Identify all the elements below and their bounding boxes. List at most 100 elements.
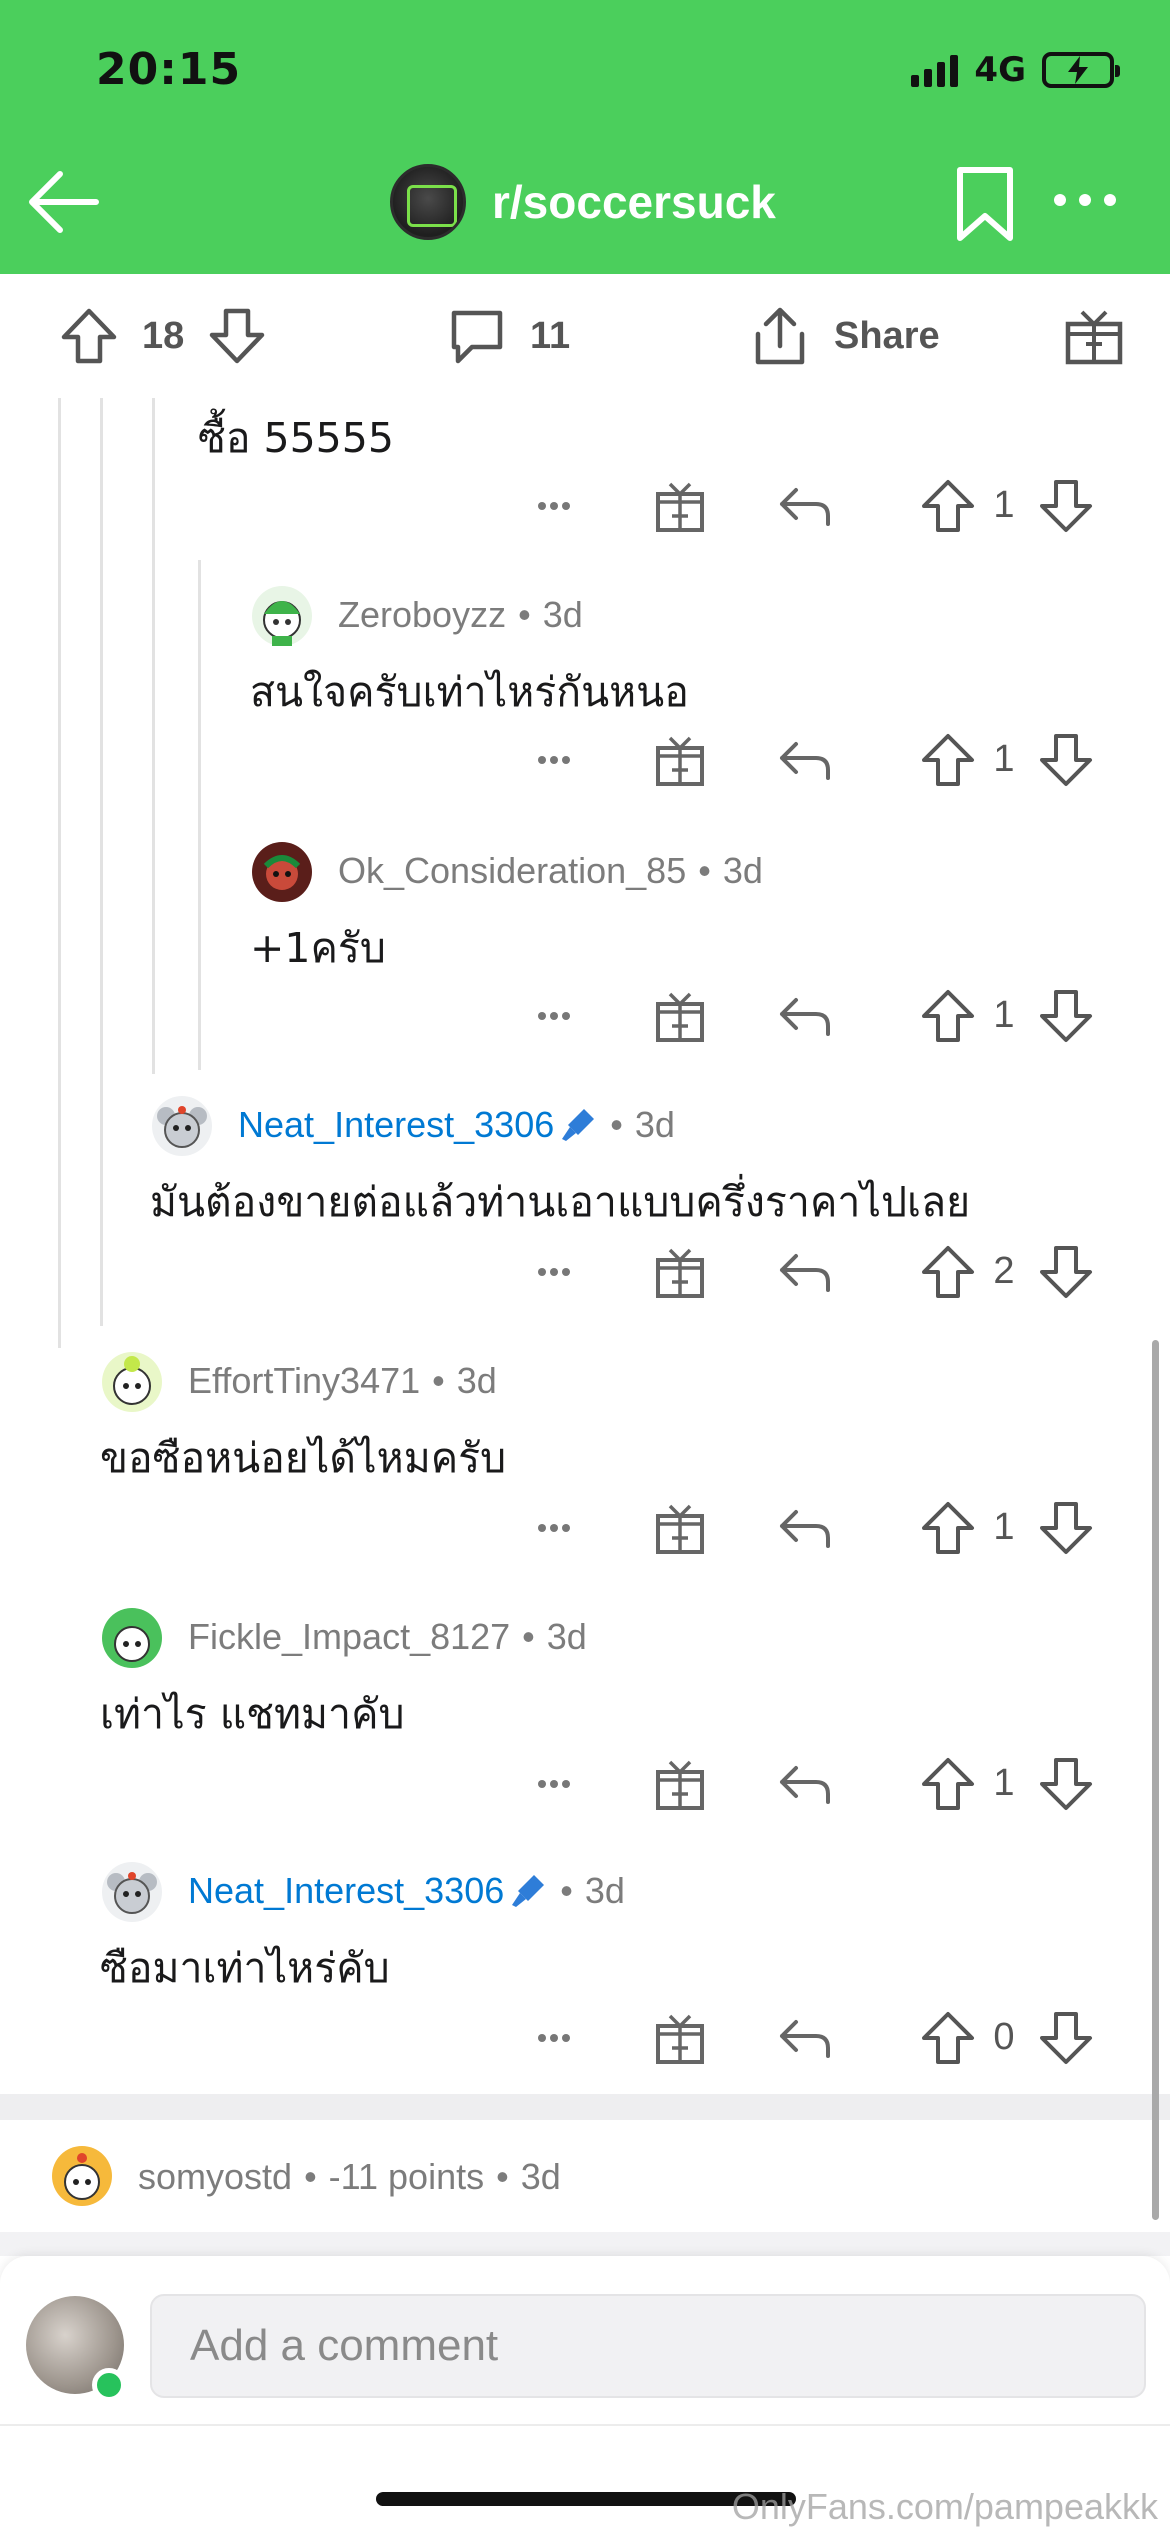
upvote-icon[interactable] xyxy=(918,986,978,1046)
comment-age: 3d xyxy=(546,1616,587,1657)
subreddit-avatar xyxy=(390,164,466,240)
vote-count: 1 xyxy=(993,484,1015,526)
downvote-icon[interactable] xyxy=(1036,1242,1096,1302)
upvote-icon[interactable] xyxy=(918,1242,978,1302)
upvote-icon[interactable] xyxy=(918,1754,978,1814)
reply-icon[interactable] xyxy=(774,2008,834,2068)
comment-actions: 1 xyxy=(528,986,1128,1046)
comment-age: 3d xyxy=(584,1870,625,1911)
comment-actions: 2 xyxy=(528,1242,1128,1302)
avatar[interactable] xyxy=(100,1606,164,1670)
comment-username[interactable]: Neat_Interest_3306 xyxy=(188,1870,504,1912)
back-button[interactable] xyxy=(24,162,104,242)
thread-line xyxy=(58,398,61,1348)
award-icon[interactable] xyxy=(650,1498,710,1558)
reply-icon[interactable] xyxy=(774,1498,834,1558)
upvote-icon[interactable] xyxy=(918,1498,978,1558)
downvote-icon[interactable] xyxy=(1036,986,1096,1046)
more-icon[interactable] xyxy=(528,2008,588,2068)
comment-composer: OnlyFans.com/pampeakkk xyxy=(0,2256,1170,2532)
more-icon[interactable] xyxy=(528,986,588,1046)
microphone-flair-icon xyxy=(512,1875,545,1907)
app-header: 20:15 4G r/soccersuck xyxy=(0,0,1170,274)
downvote-icon[interactable] xyxy=(1036,1754,1096,1814)
award-icon[interactable] xyxy=(650,1754,710,1814)
more-options-button[interactable] xyxy=(1050,180,1120,220)
section-divider xyxy=(0,2232,1170,2256)
comment-username[interactable]: EffortTiny3471 xyxy=(188,1360,420,1402)
comment-username[interactable]: somyostd xyxy=(138,2156,292,2198)
avatar[interactable] xyxy=(150,1094,214,1158)
upvote-icon[interactable] xyxy=(918,730,978,790)
downvote-icon[interactable] xyxy=(1036,476,1096,536)
upvote-icon[interactable] xyxy=(918,2008,978,2068)
add-comment-input[interactable] xyxy=(150,2294,1146,2398)
thread-line xyxy=(152,398,155,1074)
comment-age: 3d xyxy=(520,2156,561,2197)
back-arrow-icon xyxy=(29,171,99,233)
reply-icon[interactable] xyxy=(774,730,834,790)
vote-count: 1 xyxy=(993,994,1015,1036)
comment-body: เท่าไร แชทมาคับ xyxy=(100,1690,405,1738)
award-icon[interactable] xyxy=(650,986,710,1046)
reply-icon[interactable] xyxy=(774,476,834,536)
post-vote-group: 18 xyxy=(58,296,268,376)
award-icon xyxy=(1065,310,1123,365)
more-icon[interactable] xyxy=(528,1242,588,1302)
more-icon[interactable] xyxy=(528,730,588,790)
scrollbar[interactable] xyxy=(1152,1340,1159,2220)
status-time: 20:15 xyxy=(96,44,242,95)
more-icon[interactable] xyxy=(528,1498,588,1558)
post-action-bar: 18 11 Share xyxy=(0,274,1170,398)
more-icon[interactable] xyxy=(528,476,588,536)
comment-username[interactable]: Zeroboyzz xyxy=(338,594,506,636)
comment-actions: 0 xyxy=(528,2008,1128,2068)
microphone-flair-icon xyxy=(562,1109,595,1141)
online-status-indicator xyxy=(92,2368,126,2402)
comment-actions: 1 xyxy=(528,476,1128,536)
avatar[interactable] xyxy=(250,584,314,648)
award-icon[interactable] xyxy=(650,1242,710,1302)
comment-body: สนใจครับเท่าไหร่กันหนอ xyxy=(250,668,689,716)
section-divider xyxy=(0,2094,1170,2120)
award-icon[interactable] xyxy=(650,730,710,790)
upvote-icon[interactable] xyxy=(58,305,120,367)
bookmark-button[interactable] xyxy=(950,164,1020,244)
comment-meta: Ok_Consideration_85 • 3d xyxy=(338,850,763,892)
share-button[interactable]: Share xyxy=(748,296,940,376)
comment-username[interactable]: Fickle_Impact_8127 xyxy=(188,1616,510,1658)
avatar[interactable] xyxy=(250,840,314,904)
comment-body: มันต้องขายต่อแล้วท่านเอาแบบครึ่งราคาไปเล… xyxy=(150,1178,971,1226)
downvote-icon[interactable] xyxy=(1036,1498,1096,1558)
comment-age: 3d xyxy=(634,1104,675,1145)
collapsed-comment[interactable]: somyostd • -11 points • 3d xyxy=(0,2120,1170,2232)
divider xyxy=(0,2424,1170,2426)
downvote-icon[interactable] xyxy=(1036,2008,1096,2068)
reply-icon[interactable] xyxy=(774,1754,834,1814)
vote-count: 1 xyxy=(993,738,1015,780)
more-icon xyxy=(1054,194,1116,206)
comment-actions: 1 xyxy=(528,1754,1128,1814)
award-icon[interactable] xyxy=(650,2008,710,2068)
comment-body: ซือมาเท่าไหร่คับ xyxy=(100,1944,390,1992)
downvote-icon[interactable] xyxy=(1036,730,1096,790)
comments-button[interactable]: 11 xyxy=(446,296,570,376)
share-icon xyxy=(755,307,805,365)
award-button[interactable] xyxy=(1062,296,1126,376)
reply-icon[interactable] xyxy=(774,1242,834,1302)
comment-icon xyxy=(451,310,503,364)
more-icon[interactable] xyxy=(528,1754,588,1814)
award-icon[interactable] xyxy=(650,476,710,536)
avatar[interactable] xyxy=(100,1350,164,1414)
comment-body: ซื้อ 55555 xyxy=(198,414,394,462)
comment-actions: 1 xyxy=(528,730,1128,790)
upvote-icon[interactable] xyxy=(918,476,978,536)
avatar[interactable] xyxy=(100,1860,164,1924)
comment-points: -11 points xyxy=(328,2156,485,2197)
subreddit-header[interactable]: r/soccersuck xyxy=(390,164,776,240)
post-vote-count: 18 xyxy=(142,314,185,357)
reply-icon[interactable] xyxy=(774,986,834,1046)
comment-username[interactable]: Neat_Interest_3306 xyxy=(238,1104,554,1146)
comment-username[interactable]: Ok_Consideration_85 xyxy=(338,850,686,892)
downvote-icon[interactable] xyxy=(206,305,268,367)
